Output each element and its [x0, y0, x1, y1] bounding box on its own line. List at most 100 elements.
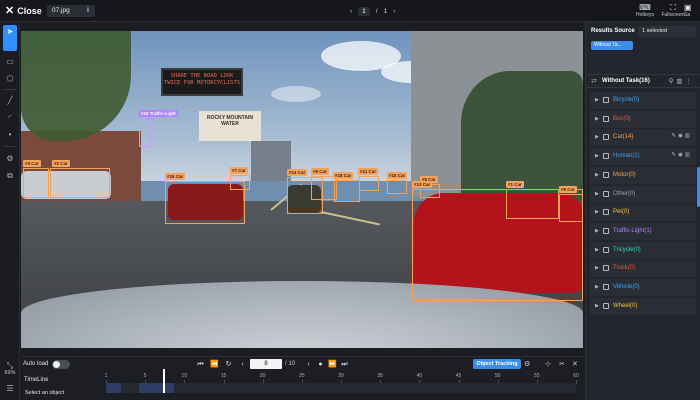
class-name: Truck(0): [613, 265, 636, 272]
chevron-right-icon[interactable]: ▶: [595, 228, 599, 234]
rectangle-tool[interactable]: ▭: [3, 55, 17, 69]
class-checkbox[interactable]: [603, 284, 609, 290]
class-checkbox[interactable]: [603, 97, 609, 103]
point-tool[interactable]: •: [3, 128, 17, 142]
save-button[interactable]: ▣ Sa: [684, 3, 700, 18]
edit-icon[interactable]: ✎: [671, 133, 678, 139]
results-source-select[interactable]: 1 selected: [638, 26, 696, 37]
chevron-right-icon[interactable]: ▶: [595, 303, 599, 309]
chevron-right-icon[interactable]: ▶: [595, 209, 599, 215]
class-row[interactable]: ▶ Traffic-Light(1): [590, 222, 696, 240]
replay-icon[interactable]: ↻: [224, 360, 233, 369]
class-row[interactable]: ▶ Bus(0): [590, 110, 696, 128]
bounding-box[interactable]: [506, 189, 559, 219]
class-row[interactable]: ▶ Other(0): [590, 185, 696, 203]
class-checkbox[interactable]: [603, 209, 609, 216]
source-tag[interactable]: Without Ta...: [591, 41, 633, 50]
scissors-icon[interactable]: ✂: [559, 360, 565, 368]
copy-tool[interactable]: ⧉: [3, 169, 17, 183]
class-checkbox[interactable]: [603, 190, 609, 197]
delete-icon[interactable]: ▥: [685, 152, 692, 158]
more-icon[interactable]: ⋮: [686, 78, 696, 85]
bounding-box[interactable]: [334, 180, 360, 202]
bounding-box[interactable]: [50, 168, 110, 198]
task-group-header[interactable]: ⇄ Without Task(16) ⚲▥⋮: [586, 74, 700, 88]
gear-icon: ⚙: [6, 154, 14, 163]
annotation-canvas[interactable]: SHARE THE ROAD LOOK TWICE FOR MOTORCYCLI…: [21, 31, 583, 348]
chevron-right-icon[interactable]: ▶: [595, 134, 599, 140]
box-label: #1 Car: [506, 181, 524, 188]
chevron-right-icon[interactable]: ▶: [595, 247, 599, 253]
class-checkbox[interactable]: [603, 227, 609, 234]
fullscreen-button[interactable]: ⛶ Fullscreen: [660, 3, 686, 18]
play-icon[interactable]: ●: [316, 360, 325, 369]
delete-icon[interactable]: ▥: [676, 78, 685, 85]
class-row[interactable]: ▶ Wheel(0): [590, 297, 696, 315]
hotkeys-button[interactable]: ⌨ Hotkeys: [632, 3, 658, 18]
class-row[interactable]: ▶ Vehicle(0): [590, 279, 696, 296]
bounding-box[interactable]: [23, 168, 49, 198]
next-page-icon[interactable]: ›: [393, 8, 395, 15]
first-frame-icon[interactable]: ⏮: [196, 360, 205, 369]
adjust-tool[interactable]: ☰: [3, 382, 17, 396]
bounding-box[interactable]: [359, 176, 379, 191]
bounding-box[interactable]: [559, 194, 583, 222]
class-row[interactable]: ▶ Truck(0): [590, 260, 696, 278]
tick-label: 20: [259, 373, 266, 379]
prev-frame-icon[interactable]: ‹: [238, 360, 247, 369]
class-checkbox[interactable]: [603, 153, 609, 160]
timeline-segment[interactable]: [139, 383, 174, 393]
info-icon[interactable]: i: [82, 5, 94, 17]
chevron-right-icon[interactable]: ▶: [595, 284, 599, 290]
object-tracking-button[interactable]: Object Tracking: [473, 359, 521, 369]
bounding-box[interactable]: [139, 117, 151, 147]
box-label: #5 Car: [559, 186, 577, 193]
prev-page-icon[interactable]: ‹: [350, 8, 352, 15]
chevron-right-icon[interactable]: ▶: [595, 97, 599, 103]
class-row[interactable]: ▶ Pet(0): [590, 204, 696, 222]
class-row[interactable]: ▶ Car(14) ✎◉▥: [590, 129, 696, 147]
bounding-box[interactable]: [230, 175, 250, 190]
billboard: ROCKY MOUNTAIN WATER: [199, 111, 261, 141]
playhead[interactable]: [163, 369, 165, 393]
class-row[interactable]: ▶ Human(1) ✎◉▥: [590, 148, 696, 166]
class-checkbox[interactable]: [603, 134, 609, 141]
class-row[interactable]: ▶ Bicycle(0): [590, 92, 696, 109]
close-button[interactable]: ✕ Close: [5, 4, 42, 18]
last-frame-icon[interactable]: ⏭: [340, 360, 349, 369]
timeline-segment[interactable]: [106, 383, 121, 393]
class-checkbox[interactable]: [603, 302, 609, 309]
eye-icon[interactable]: ◉: [678, 152, 685, 158]
chevron-right-icon[interactable]: ▶: [595, 172, 599, 178]
class-checkbox[interactable]: [603, 265, 609, 272]
polygon-tool[interactable]: ⬠: [3, 72, 17, 86]
delete-icon[interactable]: ▥: [685, 133, 692, 139]
curve-tool[interactable]: ◜: [3, 111, 17, 125]
page-current[interactable]: 1: [358, 6, 370, 16]
chevron-right-icon[interactable]: ▶: [595, 153, 599, 159]
settings-icon[interactable]: ⚙: [524, 360, 530, 368]
close-icon[interactable]: ✕: [572, 360, 578, 368]
class-checkbox[interactable]: [603, 246, 609, 253]
next-frame-icon[interactable]: ›: [304, 360, 313, 369]
timeline-track[interactable]: [106, 383, 576, 393]
line-tool[interactable]: ╱: [3, 94, 17, 108]
frame-input[interactable]: 8: [250, 359, 282, 369]
box-label: #11 Car: [358, 168, 379, 175]
split-icon[interactable]: ⊹: [545, 360, 551, 368]
select-tool[interactable]: ➤: [3, 25, 17, 51]
class-checkbox[interactable]: [603, 115, 609, 122]
autoload-toggle[interactable]: [52, 360, 70, 369]
fast-forward-icon[interactable]: ⏩: [328, 360, 337, 369]
settings-tool[interactable]: ⚙: [3, 152, 17, 166]
class-row[interactable]: ▶ Motor(0): [590, 166, 696, 184]
class-checkbox[interactable]: [603, 171, 609, 178]
chevron-right-icon[interactable]: ▶: [595, 265, 599, 271]
class-row[interactable]: ▶ Tricycle(0): [590, 241, 696, 259]
eye-icon[interactable]: ◉: [678, 133, 685, 139]
bounding-box[interactable]: [387, 180, 407, 194]
rewind-icon[interactable]: ⏪: [210, 360, 219, 369]
chevron-right-icon[interactable]: ▶: [595, 116, 599, 122]
edit-icon[interactable]: ✎: [671, 152, 678, 158]
chevron-right-icon[interactable]: ▶: [595, 191, 599, 197]
